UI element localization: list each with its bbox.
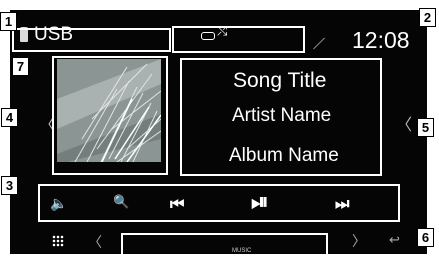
callout-5: 5	[417, 118, 434, 137]
callout-1: 1	[0, 12, 17, 31]
chevron-right-icon[interactable]: 〈	[396, 111, 412, 135]
highlight-box-3	[38, 184, 400, 222]
callout-3: 3	[1, 176, 18, 195]
clock: 12:08	[352, 27, 410, 53]
highlight-box-1	[12, 28, 171, 52]
callout-6: 6	[417, 228, 434, 247]
back-icon[interactable]: 〉	[352, 231, 366, 251]
chevron-left-icon[interactable]: 〈	[88, 232, 102, 252]
highlight-box-6	[121, 233, 328, 257]
highlight-box-track-info	[180, 58, 382, 176]
grid-menu-icon[interactable]	[52, 235, 64, 247]
clock-divider	[312, 37, 326, 50]
back-icon[interactable]: ↩	[389, 233, 400, 248]
callout-4: 4	[1, 108, 18, 127]
highlight-box-2	[172, 26, 305, 53]
callout-2: 2	[419, 8, 436, 27]
callout-7: 7	[12, 57, 29, 76]
highlight-box-7	[52, 56, 168, 175]
